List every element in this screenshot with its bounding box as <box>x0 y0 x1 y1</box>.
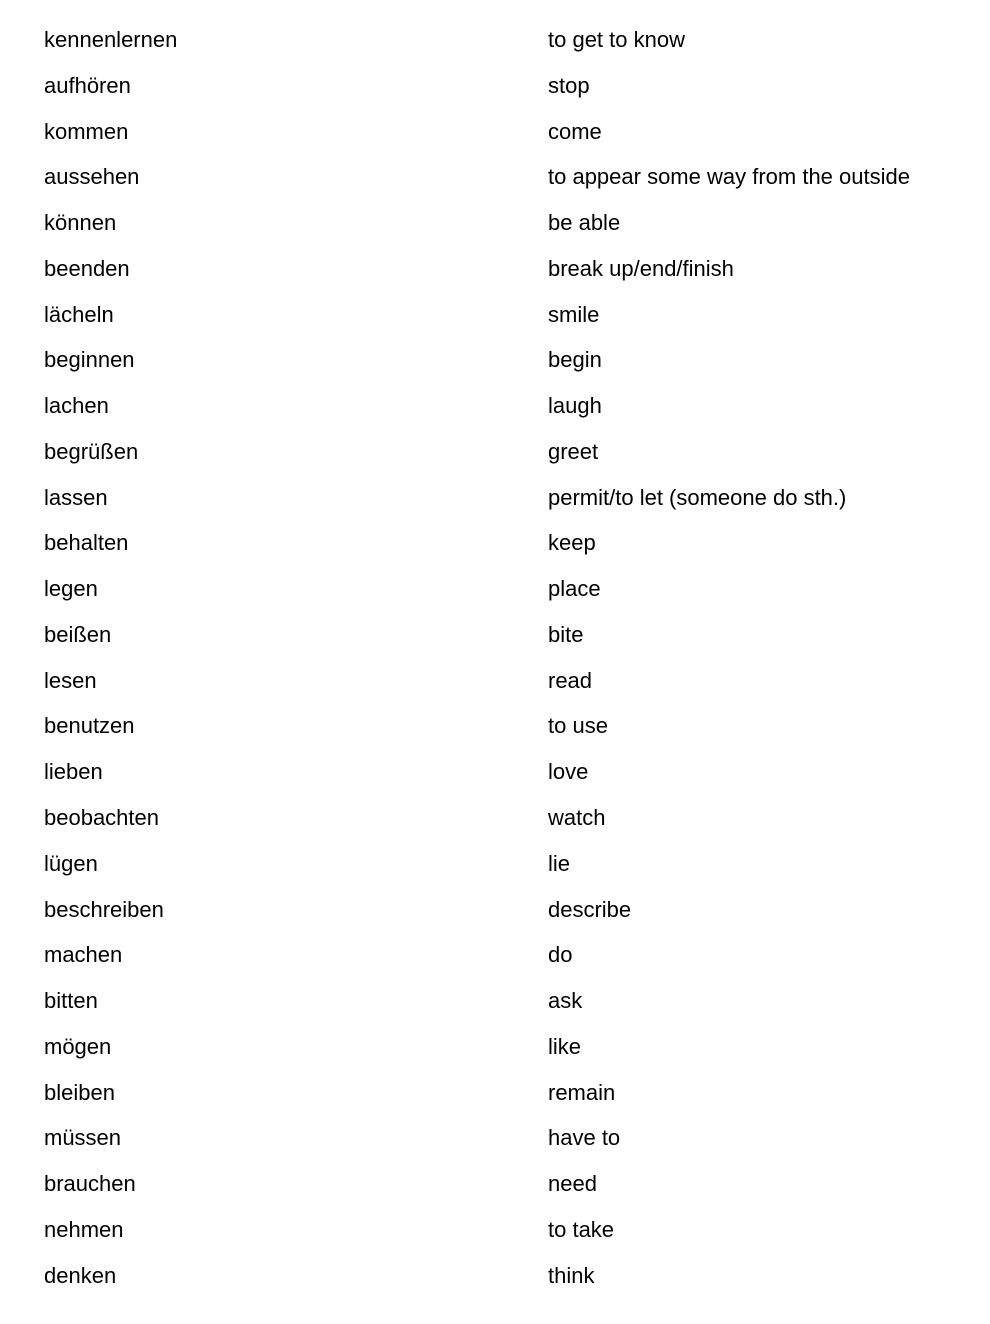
german-term: benutzen <box>44 713 135 739</box>
english-translation: think <box>548 1262 595 1288</box>
german-term: bitten <box>44 988 98 1014</box>
english-translation: watch <box>548 805 606 831</box>
vocabulary-row: legen place <box>0 576 990 622</box>
english-translation: stop <box>548 72 590 98</box>
vocabulary-list: kennenlernen to get to know aufhören sto… <box>0 27 990 1308</box>
vocabulary-row: mögen like <box>0 1034 990 1080</box>
english-translation: need <box>548 1171 597 1197</box>
vocabulary-row: aussehen to appear some way from the out… <box>0 164 990 210</box>
english-translation: read <box>548 667 593 693</box>
vocabulary-row: begrüßen greet <box>0 439 990 485</box>
english-translation: describe <box>548 896 632 922</box>
german-term: lächeln <box>44 301 114 327</box>
vocabulary-row: lesen read <box>0 668 990 714</box>
english-translation: do <box>548 942 573 968</box>
german-term: beobachten <box>44 805 159 831</box>
vocabulary-row: lächeln smile <box>0 302 990 348</box>
english-translation: remain <box>548 1079 616 1105</box>
german-term: aufhören <box>44 72 131 98</box>
english-translation: to appear some way from the outside <box>548 164 910 190</box>
vocabulary-row: denken think <box>0 1263 990 1309</box>
vocabulary-row: aufhören stop <box>0 73 990 119</box>
english-translation: permit/to let (someone do sth.) <box>548 484 847 510</box>
vocabulary-row: lügen lie <box>0 851 990 897</box>
vocabulary-row: bleiben remain <box>0 1080 990 1126</box>
german-term: kommen <box>44 118 129 144</box>
german-term: behalten <box>44 530 129 556</box>
vocabulary-row: lieben love <box>0 759 990 805</box>
vocabulary-row: kennenlernen to get to know <box>0 27 990 73</box>
vocabulary-row: beschreiben describe <box>0 897 990 943</box>
vocabulary-row: kommen come <box>0 119 990 165</box>
vocabulary-row: bitten ask <box>0 988 990 1034</box>
german-term: beißen <box>44 621 112 647</box>
german-term: beenden <box>44 255 130 281</box>
english-translation: to get to know <box>548 27 685 52</box>
english-translation: keep <box>548 530 596 556</box>
english-translation: have to <box>548 1125 621 1151</box>
english-translation: like <box>548 1033 582 1059</box>
vocabulary-row: benutzen to use <box>0 713 990 759</box>
vocabulary-row: beobachten watch <box>0 805 990 851</box>
vocabulary-row: beginnen begin <box>0 347 990 393</box>
english-translation: break up/end/finish <box>548 255 734 281</box>
german-term: lassen <box>44 484 108 510</box>
german-term: lesen <box>44 667 97 693</box>
german-term: kennenlernen <box>44 27 178 52</box>
german-term: machen <box>44 942 123 968</box>
vocabulary-row: behalten keep <box>0 530 990 576</box>
english-translation: greet <box>548 438 599 464</box>
vocabulary-row: lassen permit/to let (someone do sth.) <box>0 485 990 531</box>
german-term: aussehen <box>44 164 140 190</box>
german-term: denken <box>44 1262 117 1288</box>
english-translation: bite <box>548 621 584 647</box>
german-term: lieben <box>44 759 103 785</box>
vocabulary-row: müssen have to <box>0 1125 990 1171</box>
english-translation: lie <box>548 850 571 876</box>
vocabulary-row: machen do <box>0 942 990 988</box>
english-translation: be able <box>548 210 621 236</box>
english-translation: smile <box>548 301 600 327</box>
german-term: lachen <box>44 393 109 419</box>
vocabulary-row: können be able <box>0 210 990 256</box>
german-term: beginnen <box>44 347 135 373</box>
german-term: lügen <box>44 850 98 876</box>
english-translation: begin <box>548 347 602 373</box>
vocabulary-row: beißen bite <box>0 622 990 668</box>
vocabulary-row: beenden break up/end/finish <box>0 256 990 302</box>
german-term: müssen <box>44 1125 122 1151</box>
english-translation: place <box>548 576 601 602</box>
english-translation: ask <box>548 988 583 1014</box>
german-term: bleiben <box>44 1079 115 1105</box>
german-term: brauchen <box>44 1171 136 1197</box>
vocabulary-row: nehmen to take <box>0 1217 990 1263</box>
german-term: nehmen <box>44 1216 124 1242</box>
english-translation: to take <box>548 1216 615 1242</box>
german-term: können <box>44 210 117 236</box>
english-translation: come <box>548 118 602 144</box>
english-translation: laugh <box>548 393 602 419</box>
german-term: mögen <box>44 1033 112 1059</box>
english-translation: love <box>548 759 589 785</box>
vocabulary-row: lachen laugh <box>0 393 990 439</box>
german-term: beschreiben <box>44 896 164 922</box>
vocabulary-row: brauchen need <box>0 1171 990 1217</box>
german-term: begrüßen <box>44 438 139 464</box>
german-term: legen <box>44 576 98 602</box>
english-translation: to use <box>548 713 608 739</box>
